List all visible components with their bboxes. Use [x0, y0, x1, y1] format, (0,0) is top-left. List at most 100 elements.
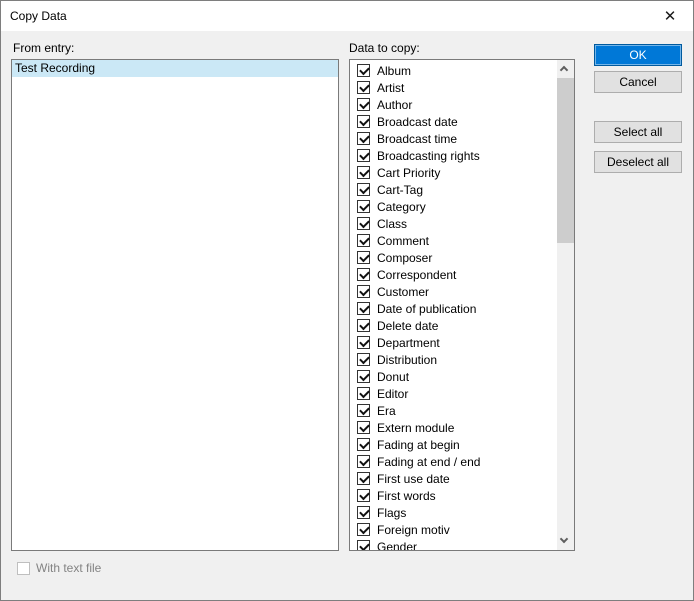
checkbox-checked-icon[interactable]	[357, 217, 370, 230]
checkbox-item[interactable]: Delete date	[350, 317, 557, 334]
checkbox-checked-icon[interactable]	[357, 523, 370, 536]
checkbox-checked-icon[interactable]	[357, 285, 370, 298]
close-button[interactable]: ✕	[647, 1, 693, 31]
scrollbar[interactable]	[557, 60, 574, 550]
checkbox-checked-icon[interactable]	[357, 149, 370, 162]
checkbox-item-label: Category	[377, 200, 426, 214]
close-icon: ✕	[664, 7, 677, 25]
deselect-all-button[interactable]: Deselect all	[594, 151, 682, 173]
checkbox-item-label: Fading at begin	[377, 438, 460, 452]
checkbox-item-label: Cart Priority	[377, 166, 440, 180]
with-text-file-label: With text file	[36, 561, 101, 575]
scrollbar-thumb[interactable]	[557, 78, 574, 243]
checkbox-checked-icon[interactable]	[357, 370, 370, 383]
checkbox-checked-icon[interactable]	[357, 166, 370, 179]
checkbox-checked-icon[interactable]	[357, 319, 370, 332]
checkbox-item[interactable]: Date of publication	[350, 300, 557, 317]
checkbox-item[interactable]: First words	[350, 487, 557, 504]
ok-button[interactable]: OK	[594, 44, 682, 66]
checkbox-item-label: Flags	[377, 506, 406, 520]
checkbox-checked-icon[interactable]	[357, 506, 370, 519]
window-title: Copy Data	[10, 1, 67, 31]
checkbox-checked-icon[interactable]	[357, 98, 370, 111]
cancel-button[interactable]: Cancel	[594, 71, 682, 93]
checkbox-item[interactable]: Extern module	[350, 419, 557, 436]
checkbox-item[interactable]: Cart Priority	[350, 164, 557, 181]
checkbox-item[interactable]: Editor	[350, 385, 557, 402]
checkbox-item[interactable]: Fading at begin	[350, 436, 557, 453]
title-bar[interactable]: Copy Data ✕	[1, 1, 693, 31]
checkbox-item[interactable]: Era	[350, 402, 557, 419]
checkbox-checked-icon[interactable]	[357, 489, 370, 502]
checkbox-checked-icon[interactable]	[357, 353, 370, 366]
checkbox-checked-icon[interactable]	[357, 115, 370, 128]
with-text-file-checkbox[interactable]: With text file	[17, 561, 101, 575]
checkbox-item[interactable]: Donut	[350, 368, 557, 385]
checkbox-checked-icon[interactable]	[357, 438, 370, 451]
checkbox-item[interactable]: Broadcast date	[350, 113, 557, 130]
checkbox-item[interactable]: Artist	[350, 79, 557, 96]
checkbox-item[interactable]: Flags	[350, 504, 557, 521]
checkbox-item[interactable]: Comment	[350, 232, 557, 249]
checkbox-item[interactable]: Author	[350, 96, 557, 113]
checkbox-item-label: Date of publication	[377, 302, 476, 316]
checkbox-unchecked-icon	[17, 562, 30, 575]
checkbox-item-label: Correspondent	[377, 268, 456, 282]
checkbox-item[interactable]: Distribution	[350, 351, 557, 368]
checkbox-checked-icon[interactable]	[357, 455, 370, 468]
chevron-up-icon	[560, 66, 568, 74]
data-to-copy-list[interactable]: AlbumArtistAuthorBroadcast dateBroadcast…	[349, 59, 575, 551]
checkbox-item[interactable]: Album	[350, 62, 557, 79]
checkbox-item-label: First use date	[377, 472, 450, 486]
checkbox-item-label: First words	[377, 489, 436, 503]
checkbox-item[interactable]: Class	[350, 215, 557, 232]
checkbox-item[interactable]: Fading at end / end	[350, 453, 557, 470]
copy-data-dialog: Copy Data ✕ From entry: Data to copy: Te…	[0, 0, 694, 601]
checkbox-item[interactable]: Broadcast time	[350, 130, 557, 147]
list-item[interactable]: Test Recording	[12, 60, 338, 77]
checkbox-item[interactable]: Gender	[350, 538, 557, 550]
checkbox-item[interactable]: Cart-Tag	[350, 181, 557, 198]
checkbox-checked-icon[interactable]	[357, 540, 370, 550]
scrollbar-up-button[interactable]	[557, 60, 574, 77]
checkbox-checked-icon[interactable]	[357, 234, 370, 247]
checkbox-item[interactable]: Department	[350, 334, 557, 351]
checkbox-item[interactable]: First use date	[350, 470, 557, 487]
checkbox-item[interactable]: Broadcasting rights	[350, 147, 557, 164]
checkbox-item[interactable]: Customer	[350, 283, 557, 300]
checkbox-item-label: Foreign motiv	[377, 523, 450, 537]
checkbox-item-label: Comment	[377, 234, 429, 248]
chevron-down-icon	[560, 535, 568, 543]
checkbox-checked-icon[interactable]	[357, 472, 370, 485]
checkbox-checked-icon[interactable]	[357, 302, 370, 315]
checkbox-checked-icon[interactable]	[357, 132, 370, 145]
checkbox-item-label: Customer	[377, 285, 429, 299]
checkbox-item-label: Editor	[377, 387, 408, 401]
checkbox-checked-icon[interactable]	[357, 251, 370, 264]
from-entry-list[interactable]: Test Recording	[11, 59, 339, 551]
checkbox-item[interactable]: Composer	[350, 249, 557, 266]
checkbox-checked-icon[interactable]	[357, 421, 370, 434]
checkbox-item-label: Author	[377, 98, 412, 112]
checkbox-item-label: Gender	[377, 540, 417, 551]
checkbox-item-label: Album	[377, 64, 411, 78]
checkbox-checked-icon[interactable]	[357, 64, 370, 77]
checkbox-checked-icon[interactable]	[357, 336, 370, 349]
checkbox-item[interactable]: Correspondent	[350, 266, 557, 283]
scrollbar-down-button[interactable]	[557, 533, 574, 550]
checkbox-list: AlbumArtistAuthorBroadcast dateBroadcast…	[350, 60, 557, 550]
checkbox-item-label: Donut	[377, 370, 409, 384]
checkbox-checked-icon[interactable]	[357, 183, 370, 196]
select-all-button[interactable]: Select all	[594, 121, 682, 143]
checkbox-item[interactable]: Category	[350, 198, 557, 215]
checkbox-checked-icon[interactable]	[357, 268, 370, 281]
checkbox-item-label: Fading at end / end	[377, 455, 480, 469]
checkbox-item[interactable]: Foreign motiv	[350, 521, 557, 538]
checkbox-checked-icon[interactable]	[357, 81, 370, 94]
checkbox-item-label: Class	[377, 217, 407, 231]
checkbox-item-label: Composer	[377, 251, 432, 265]
from-entry-label: From entry:	[13, 41, 74, 55]
checkbox-checked-icon[interactable]	[357, 404, 370, 417]
checkbox-checked-icon[interactable]	[357, 200, 370, 213]
checkbox-checked-icon[interactable]	[357, 387, 370, 400]
